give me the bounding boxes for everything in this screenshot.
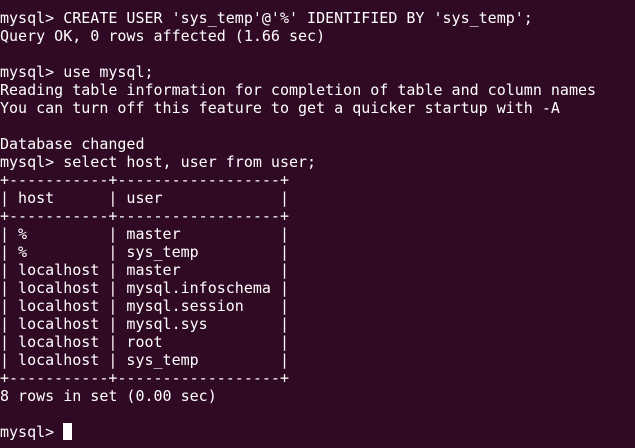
terminal-line: mysql> use mysql; (0, 63, 154, 81)
table-border: +-----------+------------------+ (0, 207, 289, 225)
table-row: | localhost | sys_temp | (0, 351, 289, 369)
terminal-line: Query OK, 0 rows affected (1.66 sec) (0, 27, 326, 45)
terminal-line: mysql> select host, user from user; (0, 153, 317, 171)
table-row: | localhost | root | (0, 333, 289, 351)
table-header: | host | user | (0, 189, 289, 207)
terminal-window[interactable]: mysql> CREATE USER 'sys_temp'@'%' IDENTI… (0, 0, 635, 448)
table-row: | localhost | mysql.infoschema | (0, 279, 289, 297)
terminal-line: Database changed (0, 135, 145, 153)
table-row: | % | master | (0, 225, 289, 243)
terminal-line: Reading table information for completion… (0, 81, 597, 99)
prompt: mysql> (0, 423, 64, 441)
table-row: | localhost | master | (0, 261, 289, 279)
terminal-line: mysql> CREATE USER 'sys_temp'@'%' IDENTI… (0, 9, 533, 27)
terminal-line: You can turn off this feature to get a q… (0, 99, 560, 117)
cursor[interactable] (63, 423, 73, 440)
table-row: | localhost | mysql.sys | (0, 315, 289, 333)
result-summary: 8 rows in set (0.00 sec) (0, 387, 217, 405)
table-row: | % | sys_temp | (0, 243, 289, 261)
table-border: +-----------+------------------+ (0, 369, 289, 387)
table-row: | localhost | mysql.session | (0, 297, 289, 315)
prompt-line[interactable]: mysql> (0, 423, 635, 441)
table-border: +-----------+------------------+ (0, 171, 289, 189)
